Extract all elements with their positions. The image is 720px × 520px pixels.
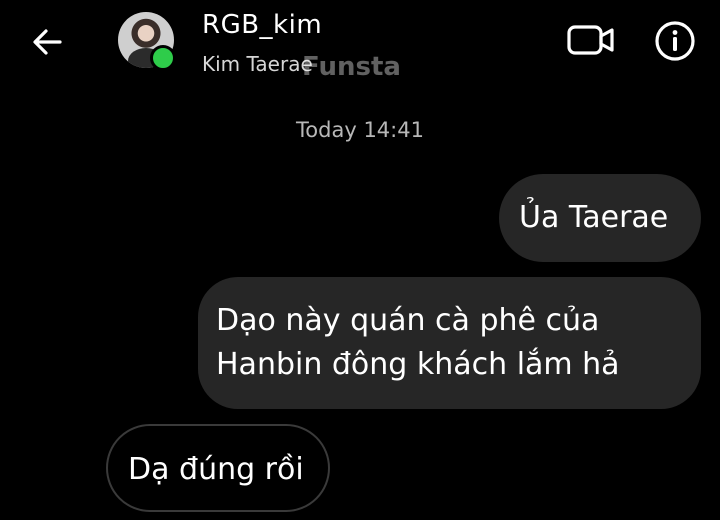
watermark-text: Funsta [302,52,401,82]
video-call-button[interactable] [566,22,616,58]
online-status-dot [150,45,176,71]
back-arrow-icon [33,29,62,55]
back-button[interactable] [28,22,68,62]
message-bubble-received[interactable]: Dạ đúng rồi [106,424,330,512]
info-icon [655,21,695,61]
video-call-icon [567,25,614,55]
message-bubble-sent[interactable]: Ủa Taerae [499,174,701,262]
chat-fullname: Kim Taerae [202,52,313,76]
info-button[interactable] [654,20,696,62]
message-timestamp: Today 14:41 [296,118,424,142]
chat-username[interactable]: RGB_kim [202,10,322,40]
message-bubble-sent[interactable]: Dạo này quán cà phê của Hanbin đông khác… [198,277,701,409]
